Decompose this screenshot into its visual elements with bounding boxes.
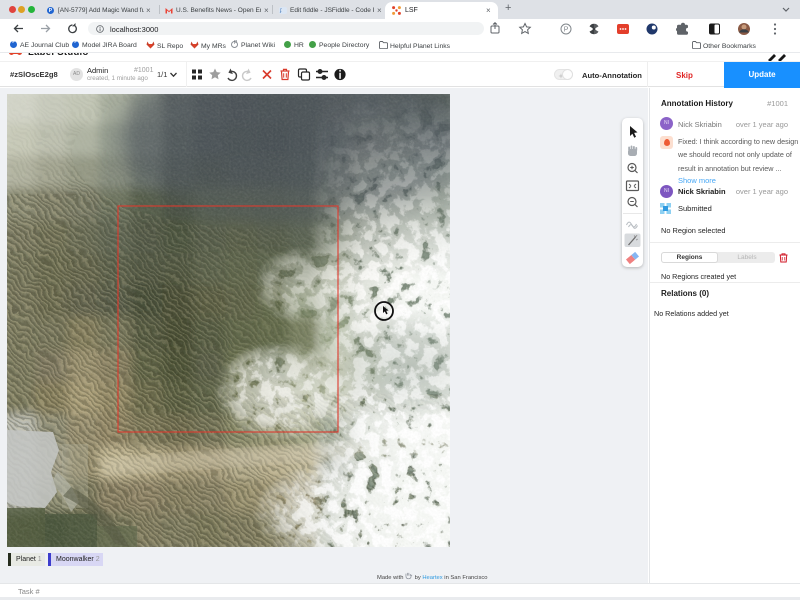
svg-text:P: P xyxy=(564,27,569,34)
